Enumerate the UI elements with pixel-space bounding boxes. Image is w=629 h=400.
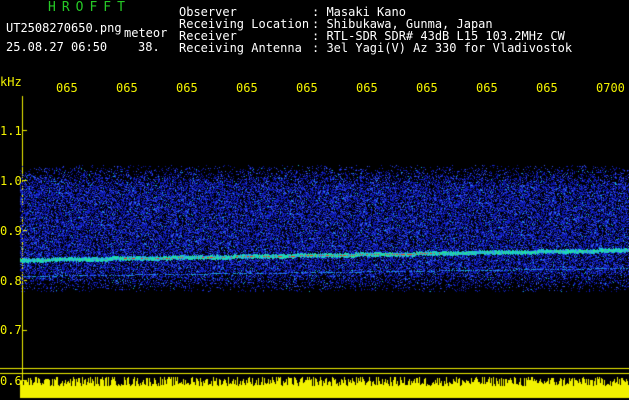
y-tick-label: 0.6 <box>0 374 22 388</box>
y-tick-label: 0.9 <box>0 224 22 238</box>
x-tick-label: 065 <box>416 81 438 95</box>
mode-label: meteor <box>124 26 168 40</box>
y-tick-label: 0.8 <box>0 274 22 288</box>
datetime: 25.08.27 06:50 <box>6 40 108 54</box>
x-tick-label: 065 <box>296 81 318 95</box>
info-value-antenna: : 3el Yagi(V) Az 330 for Vladivostok <box>312 41 573 55</box>
info-label-antenna: Receiving Antenna <box>179 41 302 55</box>
y-tick-label: 1.1 <box>0 124 22 138</box>
x-tick-label: 065 <box>176 81 198 95</box>
x-tick-label: 065 <box>536 81 558 95</box>
x-tick-label: 065 <box>236 81 258 95</box>
file-name: UT2508270650.png <box>6 21 122 35</box>
y-tick-label: 0.7 <box>0 323 22 337</box>
count: 38. <box>138 40 160 54</box>
x-tick-label: 065 <box>116 81 138 95</box>
x-tick-label: 065 <box>476 81 498 95</box>
spectrogram-canvas <box>0 0 629 400</box>
app-title: HROFFT <box>48 0 131 15</box>
y-tick-label: 1.0 <box>0 174 22 188</box>
x-tick-label: 0700 <box>596 81 625 95</box>
x-tick-label: 065 <box>356 81 378 95</box>
x-tick-label: 065 <box>56 81 78 95</box>
y-axis-unit: kHz <box>0 75 22 89</box>
